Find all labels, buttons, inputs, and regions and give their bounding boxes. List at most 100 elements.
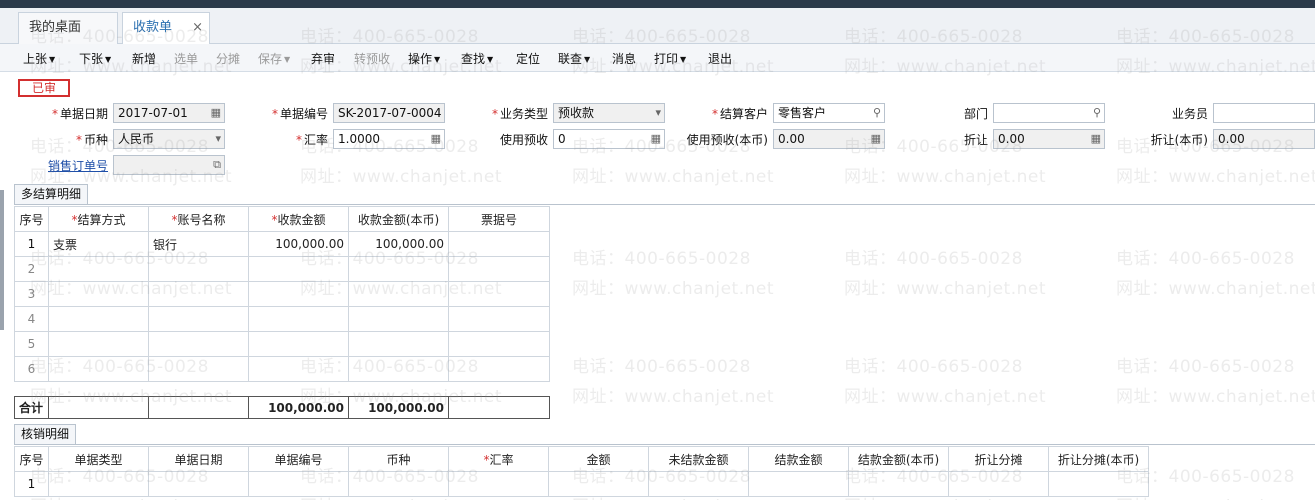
toolbar-button[interactable]: 转预收 bbox=[354, 50, 390, 67]
table-cell[interactable] bbox=[148, 356, 249, 382]
table-cell[interactable]: 银行 bbox=[148, 231, 249, 257]
biz-type-select[interactable]: 预收款 ▾ bbox=[553, 103, 665, 123]
table-cell[interactable] bbox=[448, 356, 550, 382]
table-cell[interactable] bbox=[148, 256, 249, 282]
table-cell[interactable] bbox=[248, 256, 349, 282]
table-cell[interactable] bbox=[348, 356, 449, 382]
column-header[interactable]: *收款金额 bbox=[248, 206, 349, 232]
column-header[interactable]: 收款金额(本币) bbox=[348, 206, 449, 232]
table-cell[interactable] bbox=[148, 281, 249, 307]
toolbar-button[interactable]: 操作 ▼ bbox=[408, 50, 440, 67]
use-prepay-local-field[interactable]: 0.00 ▦ bbox=[773, 129, 885, 149]
sales-order-field[interactable]: ⧉ bbox=[113, 155, 225, 175]
table-cell[interactable] bbox=[48, 256, 149, 282]
customer-field[interactable]: 零售客户 ⚲ bbox=[773, 103, 885, 123]
toolbar-button[interactable]: 保存 ▼ bbox=[258, 50, 290, 67]
table-cell[interactable] bbox=[148, 471, 249, 497]
table-cell[interactable] bbox=[448, 471, 549, 497]
table-cell[interactable] bbox=[48, 471, 149, 497]
column-header[interactable]: *账号名称 bbox=[148, 206, 249, 232]
chevron-down-icon[interactable]: ▾ bbox=[655, 104, 661, 122]
calculator-icon[interactable]: ▦ bbox=[871, 130, 881, 148]
use-prepay-field[interactable]: 0 ▦ bbox=[553, 129, 665, 149]
table-cell[interactable] bbox=[748, 471, 849, 497]
search-icon[interactable]: ⚲ bbox=[1093, 104, 1101, 122]
table-cell[interactable] bbox=[848, 471, 949, 497]
search-icon[interactable]: ⚲ bbox=[873, 104, 881, 122]
table-cell[interactable] bbox=[348, 256, 449, 282]
column-header[interactable]: 结款金额 bbox=[748, 446, 849, 472]
column-header[interactable]: 序号 bbox=[14, 446, 49, 472]
calculator-icon[interactable]: ▦ bbox=[431, 130, 441, 148]
calendar-icon[interactable]: ▦ bbox=[211, 104, 221, 122]
discount-field[interactable]: 0.00 ▦ bbox=[993, 129, 1105, 149]
rate-field[interactable]: 1.0000 ▦ bbox=[333, 129, 445, 149]
tab-verify-details[interactable]: 核销明细 bbox=[14, 424, 77, 444]
doc-date-field[interactable]: 2017-07-01 ▦ bbox=[113, 103, 225, 123]
table-cell[interactable] bbox=[348, 281, 449, 307]
table-cell[interactable] bbox=[448, 256, 550, 282]
column-header[interactable]: 币种 bbox=[348, 446, 449, 472]
tab-my-desktop[interactable]: 我的桌面 bbox=[18, 12, 118, 44]
column-header[interactable]: 序号 bbox=[14, 206, 49, 232]
table-cell[interactable] bbox=[348, 331, 449, 357]
column-header[interactable]: 单据类型 bbox=[48, 446, 149, 472]
close-icon[interactable]: × bbox=[192, 13, 203, 43]
table-cell[interactable] bbox=[448, 281, 550, 307]
dept-field[interactable]: ⚲ bbox=[993, 103, 1105, 123]
table-cell[interactable]: 100,000.00 bbox=[348, 231, 449, 257]
table-cell[interactable] bbox=[248, 281, 349, 307]
table-cell[interactable] bbox=[248, 331, 349, 357]
toolbar-button[interactable]: 联查 ▼ bbox=[558, 50, 590, 67]
column-header[interactable]: 金额 bbox=[548, 446, 649, 472]
table-cell[interactable] bbox=[248, 356, 349, 382]
table-cell[interactable] bbox=[148, 331, 249, 357]
toolbar-button[interactable]: 新增 bbox=[132, 50, 156, 67]
table-cell[interactable] bbox=[448, 231, 550, 257]
currency-select[interactable]: 人民币 ▾ bbox=[113, 129, 225, 149]
table-cell[interactable] bbox=[148, 306, 249, 332]
discount-local-field[interactable]: 0.00 bbox=[1213, 129, 1315, 149]
column-header[interactable]: *汇率 bbox=[448, 446, 549, 472]
column-header[interactable]: 未结款金额 bbox=[648, 446, 749, 472]
table-cell[interactable] bbox=[48, 306, 149, 332]
toolbar-button[interactable]: 选单 bbox=[174, 50, 198, 67]
table-cell[interactable] bbox=[48, 281, 149, 307]
table-cell[interactable] bbox=[648, 471, 749, 497]
table-cell[interactable] bbox=[248, 306, 349, 332]
salesman-field[interactable] bbox=[1213, 103, 1315, 123]
toolbar-button[interactable]: 弃审 bbox=[311, 50, 335, 67]
table-cell[interactable] bbox=[48, 356, 149, 382]
table-cell[interactable]: 100,000.00 bbox=[248, 231, 349, 257]
toolbar-button[interactable]: 下张 ▼ bbox=[79, 50, 111, 67]
table-cell[interactable] bbox=[48, 331, 149, 357]
sales-order-link[interactable]: 销售订单号 bbox=[48, 157, 108, 174]
table-cell[interactable] bbox=[548, 471, 649, 497]
toolbar-button[interactable]: 分摊 bbox=[216, 50, 240, 67]
toolbar-button[interactable]: 查找 ▼ bbox=[461, 50, 493, 67]
toolbar-button[interactable]: 打印 ▼ bbox=[654, 50, 686, 67]
column-header[interactable]: 单据日期 bbox=[148, 446, 249, 472]
calculator-icon[interactable]: ▦ bbox=[1091, 130, 1101, 148]
table-cell[interactable] bbox=[448, 306, 550, 332]
table-cell[interactable] bbox=[248, 471, 349, 497]
tab-multi-settlement[interactable]: 多结算明细 bbox=[14, 184, 89, 204]
column-header[interactable]: *结算方式 bbox=[48, 206, 149, 232]
column-header[interactable]: 折让分摊(本币) bbox=[1048, 446, 1149, 472]
toolbar-button[interactable]: 消息 bbox=[612, 50, 636, 67]
toolbar-button[interactable]: 退出 bbox=[708, 50, 732, 67]
column-header[interactable]: 折让分摊 bbox=[948, 446, 1049, 472]
tab-receipt[interactable]: 收款单 × bbox=[122, 12, 210, 45]
table-cell[interactable]: 支票 bbox=[48, 231, 149, 257]
table-cell[interactable] bbox=[348, 471, 449, 497]
column-header[interactable]: 结款金额(本币) bbox=[848, 446, 949, 472]
toolbar-button[interactable]: 上张 ▼ bbox=[23, 50, 55, 67]
column-header[interactable]: 单据编号 bbox=[248, 446, 349, 472]
table-cell[interactable] bbox=[348, 306, 449, 332]
calculator-icon[interactable]: ▦ bbox=[651, 130, 661, 148]
table-cell[interactable] bbox=[448, 331, 550, 357]
doc-no-field[interactable]: SK-2017-07-0004 bbox=[333, 103, 445, 123]
chevron-down-icon[interactable]: ▾ bbox=[215, 130, 221, 148]
open-window-icon[interactable]: ⧉ bbox=[213, 156, 221, 174]
table-cell[interactable] bbox=[948, 471, 1049, 497]
